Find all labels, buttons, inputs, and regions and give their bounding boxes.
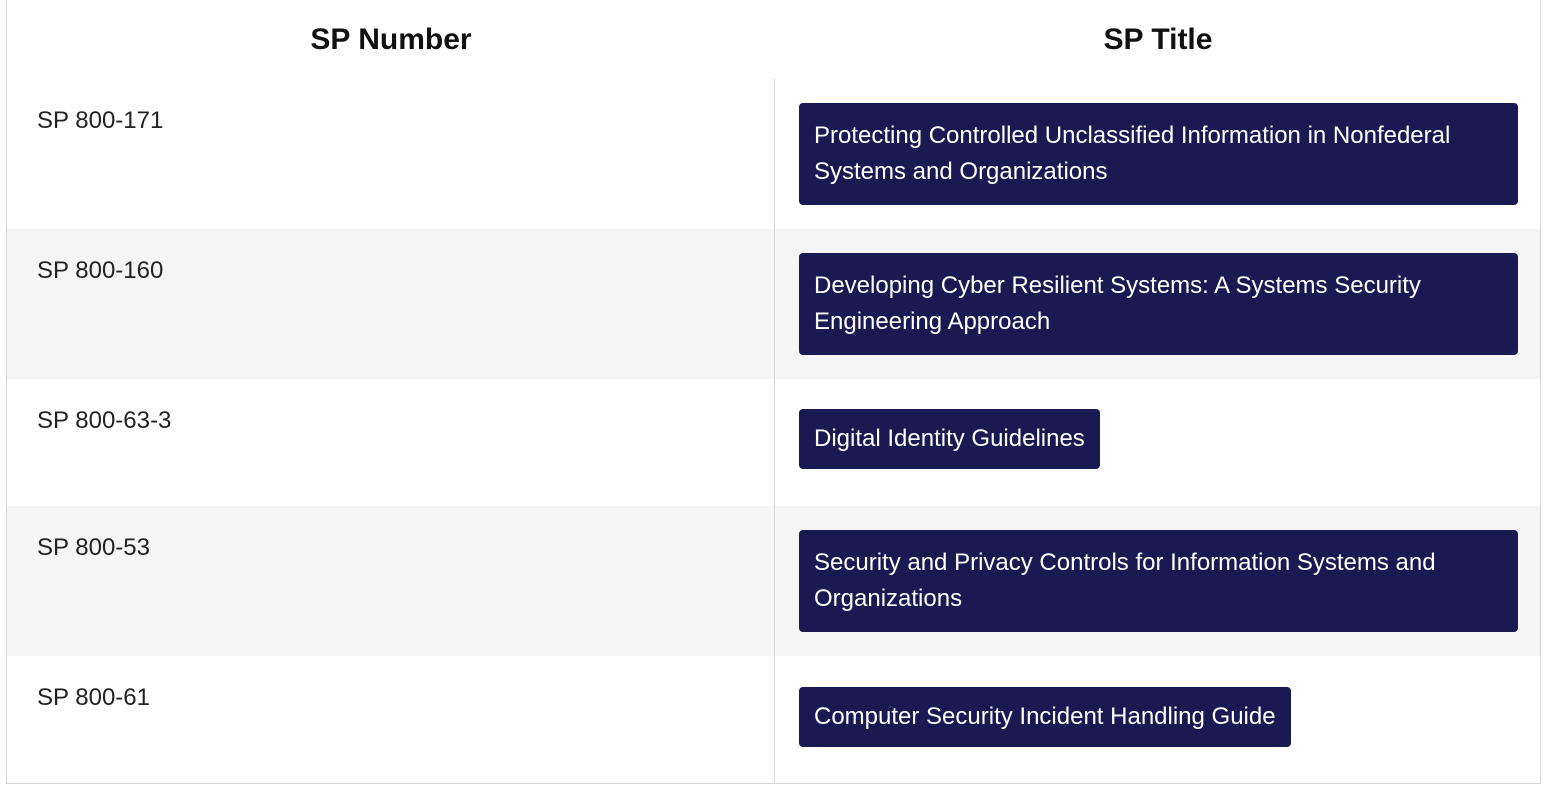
sp-title-link-button[interactable]: Digital Identity Guidelines (799, 409, 1100, 469)
sp-number-cell: SP 800-160 (37, 257, 164, 284)
sp-number-cell: SP 800-53 (37, 534, 150, 561)
column-divider (774, 229, 775, 379)
column-divider (774, 506, 775, 656)
sp-title-link-button[interactable]: Developing Cyber Resilient Systems: A Sy… (799, 253, 1518, 355)
table-body: SP 800-171 Protecting Controlled Unclass… (7, 79, 1540, 784)
table-row: SP 800-171 Protecting Controlled Unclass… (7, 79, 1540, 229)
sp-title-link-button[interactable]: Protecting Controlled Unclassified Infor… (799, 103, 1518, 205)
table-header: SP Number SP Title (7, 0, 1540, 79)
column-header-sp-title: SP Title (1103, 22, 1213, 56)
column-divider (774, 79, 775, 229)
table-row: SP 800-61 Computer Security Incident Han… (7, 656, 1540, 784)
column-divider (774, 656, 775, 784)
sp-number-cell: SP 800-63-3 (37, 407, 172, 434)
sp-publications-table: SP Number SP Title SP 800-171 Protecting… (6, 0, 1541, 784)
table-row: SP 800-63-3 Digital Identity Guidelines (7, 379, 1540, 506)
sp-title-link-button[interactable]: Computer Security Incident Handling Guid… (799, 687, 1291, 747)
sp-title-link-button[interactable]: Security and Privacy Controls for Inform… (799, 530, 1518, 632)
sp-number-cell: SP 800-61 (37, 684, 150, 711)
column-header-sp-number: SP Number (310, 22, 472, 56)
sp-number-cell: SP 800-171 (37, 107, 164, 134)
table-row: SP 800-160 Developing Cyber Resilient Sy… (7, 229, 1540, 379)
column-divider (774, 379, 775, 506)
table-row: SP 800-53 Security and Privacy Controls … (7, 506, 1540, 656)
